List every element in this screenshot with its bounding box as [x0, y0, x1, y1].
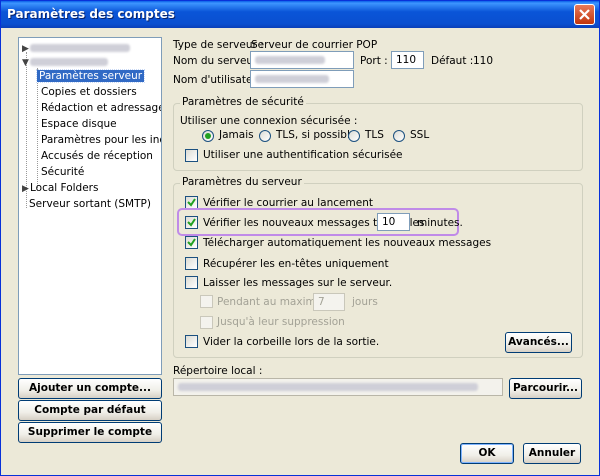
account-settings-dialog: Paramètres des comptes ▶ ▼ Paramètres se… [0, 0, 600, 476]
default-port-value: 110 [473, 55, 494, 67]
radio-tls-if-possible[interactable] [259, 130, 271, 142]
radio-ssl[interactable] [393, 130, 405, 142]
server-settings-group-title: Paramètres du serveur [180, 176, 304, 188]
window-title: Paramètres des comptes [7, 7, 175, 21]
ok-button[interactable]: OK [460, 443, 514, 464]
close-icon [579, 9, 590, 20]
close-button[interactable] [574, 4, 595, 25]
minutes-label: minutes. [417, 217, 463, 229]
max-days-checkbox[interactable] [200, 295, 213, 308]
check-icon [187, 218, 196, 227]
tree-item-composition[interactable]: Rédaction et adressage [41, 100, 161, 116]
username-value [255, 75, 329, 83]
expand-arrow-icon[interactable]: ▶ [21, 181, 30, 197]
days-input[interactable]: 7 [313, 293, 345, 311]
radio-never[interactable] [202, 130, 214, 142]
tree-local-folders[interactable]: ▶Local Folders [21, 180, 98, 196]
tree-item-disk-space[interactable]: Espace disque [41, 116, 117, 132]
default-account-button[interactable]: Compte par défaut [18, 400, 162, 421]
account-tree[interactable]: ▶ ▼ Paramètres serveur Copies et dossier… [18, 37, 162, 375]
headers-only-checkbox[interactable] [185, 257, 198, 270]
server-name-input[interactable] [250, 51, 354, 69]
days-label: jours [352, 296, 378, 308]
empty-trash-label[interactable]: Vider la corbeille lors de la sortie. [203, 336, 379, 348]
check-every-checkbox[interactable] [185, 216, 198, 229]
account-2-label [30, 58, 108, 66]
local-dir-label: Répertoire local : [173, 365, 263, 377]
advanced-button[interactable]: Avancés... [505, 332, 572, 353]
tree-item-copies-folders[interactable]: Copies et dossiers [41, 84, 137, 100]
headers-only-label[interactable]: Récupérer les en-têtes uniquement [203, 258, 389, 270]
tree-item-junk[interactable]: Paramètres pour les indési... [41, 132, 161, 148]
empty-trash-checkbox[interactable] [185, 335, 198, 348]
radio-tls-label[interactable]: TLS [365, 129, 384, 141]
add-account-button[interactable]: Ajouter un compte... [18, 378, 162, 399]
radio-tls[interactable] [348, 130, 360, 142]
tree-smtp[interactable]: Serveur sortant (SMTP) [29, 196, 151, 212]
local-dir-input[interactable] [173, 378, 503, 396]
username-input[interactable] [250, 70, 354, 88]
secure-auth-label[interactable]: Utiliser une authentification sécurisée [203, 149, 403, 161]
until-deleted-checkbox[interactable] [200, 316, 213, 329]
server-type-value: Serveur de courrier POP [251, 39, 378, 51]
default-port-label: Défaut : [431, 55, 474, 67]
port-label: Port : [360, 55, 388, 67]
cancel-button[interactable]: Annuler [523, 443, 581, 464]
collapse-arrow-icon[interactable]: ▼ [21, 55, 30, 71]
auto-download-checkbox[interactable] [185, 236, 198, 249]
delete-account-button[interactable]: Supprimer le compte [18, 422, 162, 443]
until-deleted-label: Jusqu'à leur suppression [217, 316, 345, 328]
check-icon [187, 198, 196, 207]
radio-tls-if-possible-label[interactable]: TLS, si possible [276, 129, 356, 141]
leave-on-server-checkbox[interactable] [185, 276, 198, 289]
auto-download-label[interactable]: Télécharger automatiquement les nouveaux… [203, 237, 491, 249]
secure-auth-checkbox[interactable] [185, 149, 198, 162]
local-dir-value [178, 383, 478, 391]
tree-item-receipts[interactable]: Accusés de réception [41, 148, 153, 164]
server-name-value [255, 56, 325, 64]
tree-item-server-settings[interactable]: Paramètres serveur [35, 68, 146, 84]
tree-guide-line [37, 68, 38, 188]
tree-item-security[interactable]: Sécurité [41, 164, 84, 180]
radio-never-label[interactable]: Jamais [219, 129, 254, 141]
radio-ssl-label[interactable]: SSL [410, 129, 429, 141]
secure-connection-label: Utiliser une connexion sécurisée : [180, 115, 358, 127]
browse-button[interactable]: Parcourir... [509, 378, 582, 399]
title-bar: Paramètres des comptes [1, 1, 599, 28]
leave-on-server-label[interactable]: Laisser les messages sur le serveur. [203, 277, 392, 289]
check-icon [187, 238, 196, 247]
security-group-title: Paramètres de sécurité [180, 96, 306, 108]
port-input[interactable]: 110 [391, 51, 424, 69]
account-1-label [30, 44, 130, 52]
minutes-input[interactable]: 10 [377, 213, 410, 231]
